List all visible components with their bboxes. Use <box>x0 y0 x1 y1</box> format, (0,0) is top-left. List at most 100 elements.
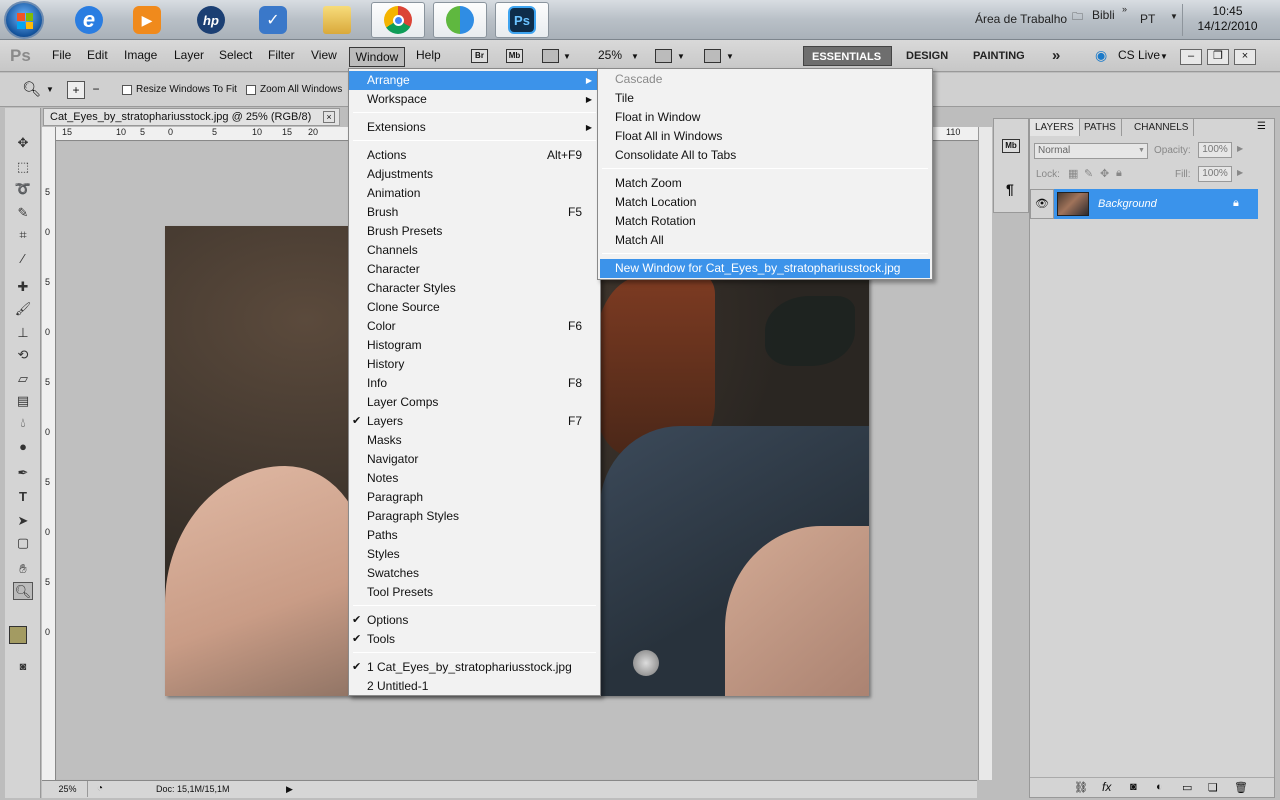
paragraph-panel-icon[interactable]: ¶ <box>1006 181 1014 197</box>
minimize-button[interactable]: – <box>1180 49 1202 65</box>
window-menu-item-adjustments[interactable]: Adjustments <box>349 165 600 184</box>
shape-tool-icon[interactable]: ▢ <box>13 534 33 552</box>
taskbar-photoshop[interactable]: Ps <box>495 2 549 38</box>
start-button[interactable] <box>4 1 44 39</box>
fill-slider-arrow-icon[interactable]: ▶ <box>1237 168 1243 177</box>
toolbar-expand-icon[interactable]: » <box>1122 4 1127 14</box>
view-extras-icon[interactable] <box>542 49 559 63</box>
link-layers-icon[interactable]: ⛓︎ <box>1074 781 1088 794</box>
window-menu-item-tool-presets[interactable]: Tool Presets <box>349 583 600 602</box>
adjustment-layer-icon[interactable]: ◐ <box>1156 781 1163 793</box>
window-menu-item-notes[interactable]: Notes <box>349 469 600 488</box>
panel-menu-icon[interactable]: ☰ <box>1257 121 1266 132</box>
arrange-menu-item-float-all-in-windows[interactable]: Float All in Windows <box>598 127 932 146</box>
resize-windows-checkbox[interactable] <box>122 85 132 95</box>
lasso-tool-icon[interactable]: ➰ <box>13 180 33 198</box>
window-menu-item-color[interactable]: Color F6 <box>349 317 600 336</box>
tool-preset-dropdown-icon[interactable]: ▼ <box>46 85 54 94</box>
window-menu-item-1-cat-eyes-by-stratophariusstock-jpg[interactable]: 1 Cat_Eyes_by_stratophariusstock.jpg ✔ <box>349 658 600 677</box>
library-toolbar-label[interactable]: Bibli <box>1092 8 1115 22</box>
window-menu-item-tools[interactable]: Tools ✔ <box>349 630 600 649</box>
window-menu-item-clone-source[interactable]: Clone Source <box>349 298 600 317</box>
lock-position-icon[interactable]: ✥ <box>1100 167 1109 180</box>
window-menu-item-layer-comps[interactable]: Layer Comps <box>349 393 600 412</box>
quick-select-tool-icon[interactable]: ✎ <box>13 204 33 222</box>
arrange-menu-item-match-rotation[interactable]: Match Rotation <box>598 212 932 231</box>
window-menu-item-styles[interactable]: Styles <box>349 545 600 564</box>
zoom-level[interactable]: 25% <box>598 48 622 62</box>
new-group-icon[interactable]: ▭ <box>1182 781 1192 794</box>
restore-button[interactable]: ❐ <box>1207 49 1229 65</box>
window-menu-item-character-styles[interactable]: Character Styles <box>349 279 600 298</box>
taskbar-task-app[interactable]: ✓ <box>246 2 300 38</box>
language-indicator[interactable]: PT <box>1140 12 1155 26</box>
lock-all-icon[interactable]: 🔒︎ <box>1116 167 1122 180</box>
blend-mode-select[interactable]: Normal <box>1034 143 1148 159</box>
taskbar-chrome[interactable] <box>371 2 425 38</box>
zoom-tool-icon[interactable]: 🔍︎ <box>13 582 33 600</box>
menu-select[interactable]: Select <box>219 48 252 62</box>
new-layer-icon[interactable]: ❏ <box>1208 781 1218 794</box>
taskbar-explorer[interactable] <box>310 2 364 38</box>
menu-layer[interactable]: Layer <box>174 48 204 62</box>
screen-mode-dropdown-icon[interactable]: ▼ <box>726 52 734 61</box>
tab-paths[interactable]: PATHS <box>1079 119 1122 136</box>
tab-layers[interactable]: LAYERS <box>1030 119 1080 136</box>
marquee-tool-icon[interactable]: ⬚ <box>13 158 33 176</box>
add-mask-icon[interactable]: ◙ <box>1130 781 1137 793</box>
taskbar-hp[interactable]: hp <box>184 2 238 38</box>
arrange-menu-item-new-window-for-cat-eyes-by-stratophariusstock-jpg[interactable]: New Window for Cat_Eyes_by_stratopharius… <box>600 259 930 278</box>
menu-view[interactable]: View <box>311 48 337 62</box>
window-menu-item-masks[interactable]: Masks <box>349 431 600 450</box>
folder-small-icon[interactable]: 🗀 <box>1072 8 1083 27</box>
tray-expand-icon[interactable]: ▼ <box>1170 12 1178 21</box>
vertical-scrollbar[interactable] <box>978 127 992 780</box>
blur-tool-icon[interactable]: 💧︎ <box>13 414 33 432</box>
arrange-documents-icon[interactable] <box>655 49 672 63</box>
window-menu-item-extensions[interactable]: Extensions ▶ <box>349 118 600 137</box>
zoom-tool-preset-icon[interactable]: 🔍︎ <box>22 80 41 98</box>
window-menu-item-paths[interactable]: Paths <box>349 526 600 545</box>
window-menu-item-swatches[interactable]: Swatches <box>349 564 600 583</box>
cs-live-dropdown-icon[interactable]: ▼ <box>1160 52 1168 61</box>
cs-live-button[interactable]: CS Live <box>1118 48 1160 62</box>
delete-layer-icon[interactable]: 🗑︎ <box>1234 781 1248 794</box>
window-menu-item-options[interactable]: Options ✔ <box>349 611 600 630</box>
workspace-design[interactable]: DESIGN <box>898 46 956 66</box>
window-menu-item-layers[interactable]: Layers ✔ F7 <box>349 412 600 431</box>
arrange-menu-item-consolidate-all-to-tabs[interactable]: Consolidate All to Tabs <box>598 146 932 165</box>
blend-dropdown-icon[interactable]: ▼ <box>1138 147 1145 154</box>
window-menu-item-info[interactable]: Info F8 <box>349 374 600 393</box>
lock-transparent-icon[interactable]: ▦ <box>1068 167 1078 180</box>
document-tab[interactable]: Cat_Eyes_by_stratophariusstock.jpg @ 25%… <box>43 108 340 126</box>
taskbar-internet-explorer[interactable]: e <box>62 2 116 38</box>
healing-brush-tool-icon[interactable]: ✚ <box>13 278 33 296</box>
workspace-essentials[interactable]: ESSENTIALS <box>803 46 892 66</box>
layer-name[interactable]: Background <box>1098 198 1157 210</box>
zoom-out-icon[interactable]: − <box>87 81 105 99</box>
history-brush-tool-icon[interactable]: ⟲ <box>13 346 33 364</box>
arrange-menu-item-match-zoom[interactable]: Match Zoom <box>598 174 932 193</box>
gradient-tool-icon[interactable]: ▤ <box>13 392 33 410</box>
bridge-button[interactable]: Br <box>471 49 488 63</box>
type-tool-icon[interactable]: T <box>13 488 33 506</box>
view-extras-dropdown-icon[interactable]: ▼ <box>563 52 571 61</box>
window-menu-item-character[interactable]: Character <box>349 260 600 279</box>
window-menu-item-brush[interactable]: Brush F5 <box>349 203 600 222</box>
menu-file[interactable]: File <box>52 48 71 62</box>
screen-mode-icon[interactable] <box>704 49 721 63</box>
hand-tool-icon[interactable]: ✋︎ <box>13 560 33 578</box>
desktop-toolbar-label[interactable]: Área de Trabalho <box>975 12 1067 26</box>
menu-filter[interactable]: Filter <box>268 48 295 62</box>
window-menu-item-paragraph[interactable]: Paragraph <box>349 488 600 507</box>
visibility-eye-icon[interactable]: 👁︎ <box>1030 189 1054 219</box>
window-menu-item-paragraph-styles[interactable]: Paragraph Styles <box>349 507 600 526</box>
eyedropper-tool-icon[interactable]: ⁄ <box>13 250 33 268</box>
window-menu-item-workspace[interactable]: Workspace ▶ <box>349 90 600 109</box>
tab-channels[interactable]: CHANNELS <box>1129 119 1195 136</box>
window-menu-item-animation[interactable]: Animation <box>349 184 600 203</box>
pen-tool-icon[interactable]: ✒︎ <box>13 464 33 482</box>
arrange-menu-item-float-in-window[interactable]: Float in Window <box>598 108 932 127</box>
mini-bridge-panel-icon[interactable]: Mb <box>1002 139 1020 153</box>
window-menu-item-2-untitled-1[interactable]: 2 Untitled-1 <box>349 677 600 696</box>
